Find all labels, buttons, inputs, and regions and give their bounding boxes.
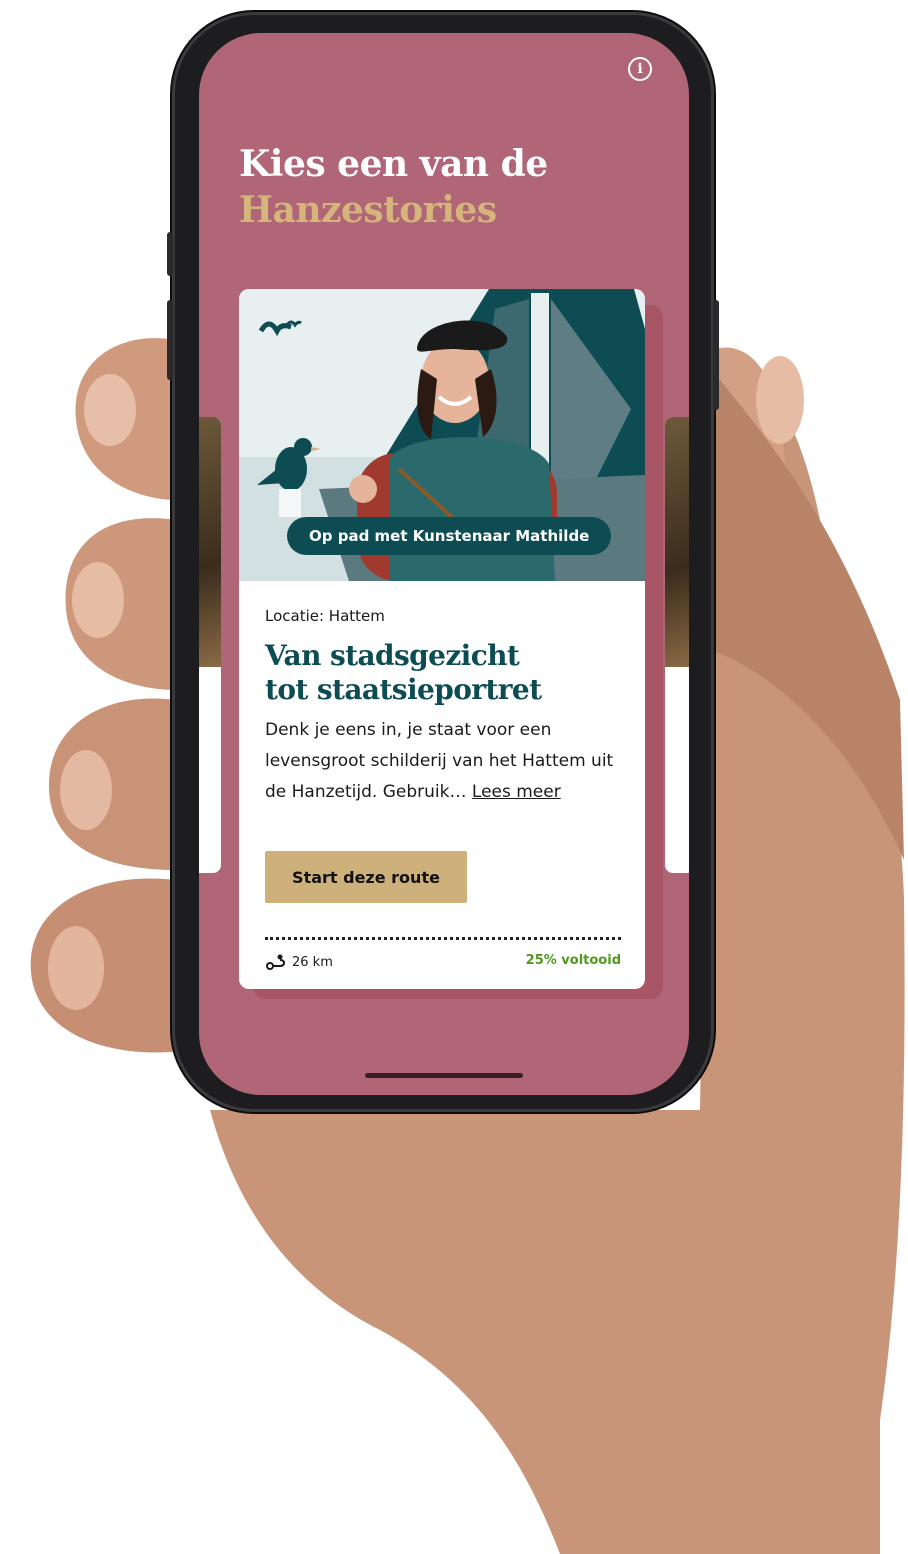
dotted-divider [265,937,621,940]
title-line-1: Kies een van de [239,143,548,185]
card-body: Locatie: Hattem Van stadsgezicht tot sta… [265,607,625,808]
info-icon[interactable]: i [628,57,652,81]
story-description: Denk je eens in, je staat voor een leven… [265,715,625,808]
story-hero-image: Op pad met Kunstenaar Mathilde [239,289,645,581]
home-indicator[interactable] [365,1073,523,1078]
progress-status: 25% voltooid [525,953,621,968]
distance-value: 26 km [292,954,333,970]
read-more-link[interactable]: Lees meer [472,782,561,802]
phone-side-button [167,232,173,276]
story-title-line-2: tot staatsieportret [265,673,542,706]
previous-story-card[interactable] [199,417,221,873]
app-screen: i Kies een van de Hanzestories Op pad me… [199,33,689,1095]
story-card[interactable]: Op pad met Kunstenaar Mathilde Locatie: … [239,289,645,989]
next-story-card[interactable] [665,417,689,873]
distance: 26 km [265,953,333,971]
description-text: Denk je eens in, je staat voor een leven… [265,720,614,802]
page-title: Kies een van de Hanzestories [239,141,659,233]
location-label: Locatie: Hattem [265,607,385,625]
route-icon [266,954,286,970]
story-title: Van stadsgezicht tot staatsieportret [265,639,625,707]
story-title-line-1: Van stadsgezicht [265,639,520,672]
artist-badge: Op pad met Kunstenaar Mathilde [287,517,612,555]
title-line-2: Hanzestories [239,189,497,231]
phone-side-button [713,300,719,410]
route-meta: 26 km 25% voltooid [265,953,621,973]
phone-side-button [167,300,173,380]
start-route-button[interactable]: Start deze route [265,851,467,903]
